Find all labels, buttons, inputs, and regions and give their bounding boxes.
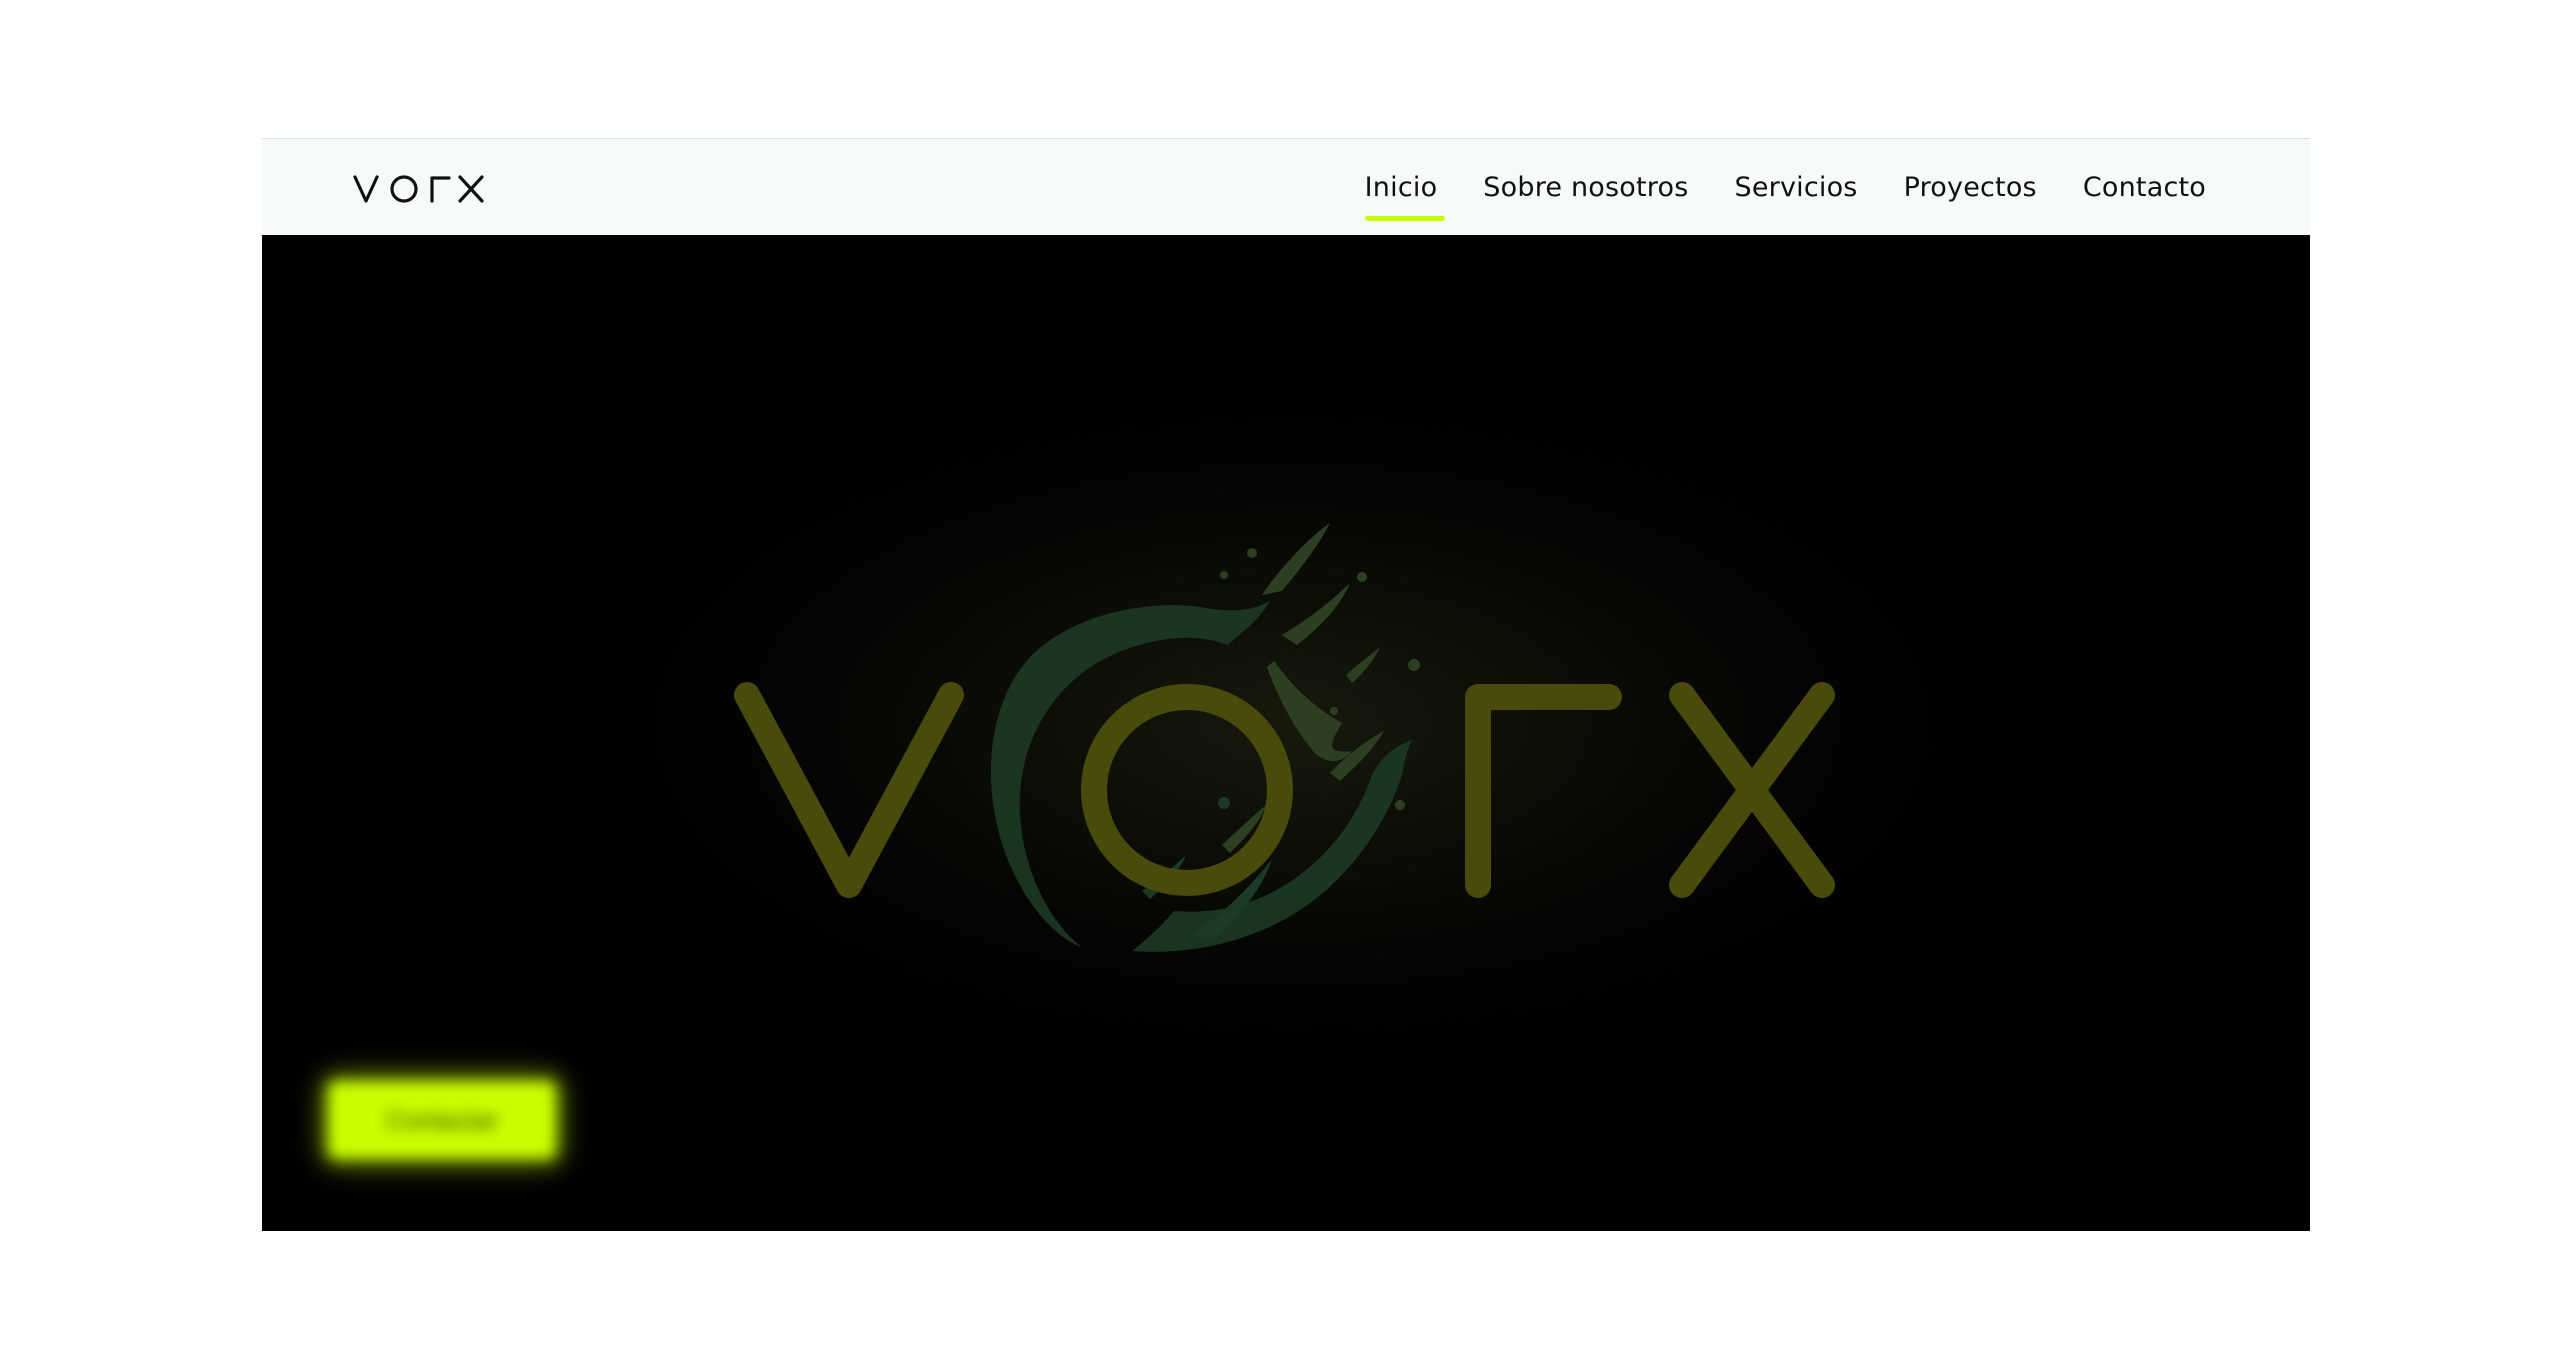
nav-proyectos[interactable]: Proyectos — [1904, 172, 2037, 203]
brand-logo[interactable] — [352, 173, 486, 205]
nav-sobre-nosotros[interactable]: Sobre nosotros — [1483, 172, 1688, 203]
vorx-logo-icon — [353, 175, 484, 203]
main-nav: Inicio Sobre nosotros Servicios Proyecto… — [1365, 139, 2206, 235]
letter-o — [1081, 684, 1293, 896]
letter-r — [1465, 684, 1622, 898]
page-frame: Inicio Sobre nosotros Servicios Proyecto… — [262, 138, 2310, 1231]
hero-section: Contactar — [262, 235, 2310, 1231]
hero-cta-button[interactable]: Contactar — [328, 1081, 556, 1159]
vorx-letters — [734, 682, 1835, 898]
nav-contacto[interactable]: Contacto — [2083, 172, 2206, 203]
navbar: Inicio Sobre nosotros Servicios Proyecto… — [262, 139, 2310, 235]
letter-v — [734, 682, 964, 898]
nav-servicios[interactable]: Servicios — [1735, 172, 1858, 203]
hero-vorx-logo-icon — [734, 523, 1835, 952]
nav-inicio[interactable]: Inicio — [1365, 172, 1438, 203]
